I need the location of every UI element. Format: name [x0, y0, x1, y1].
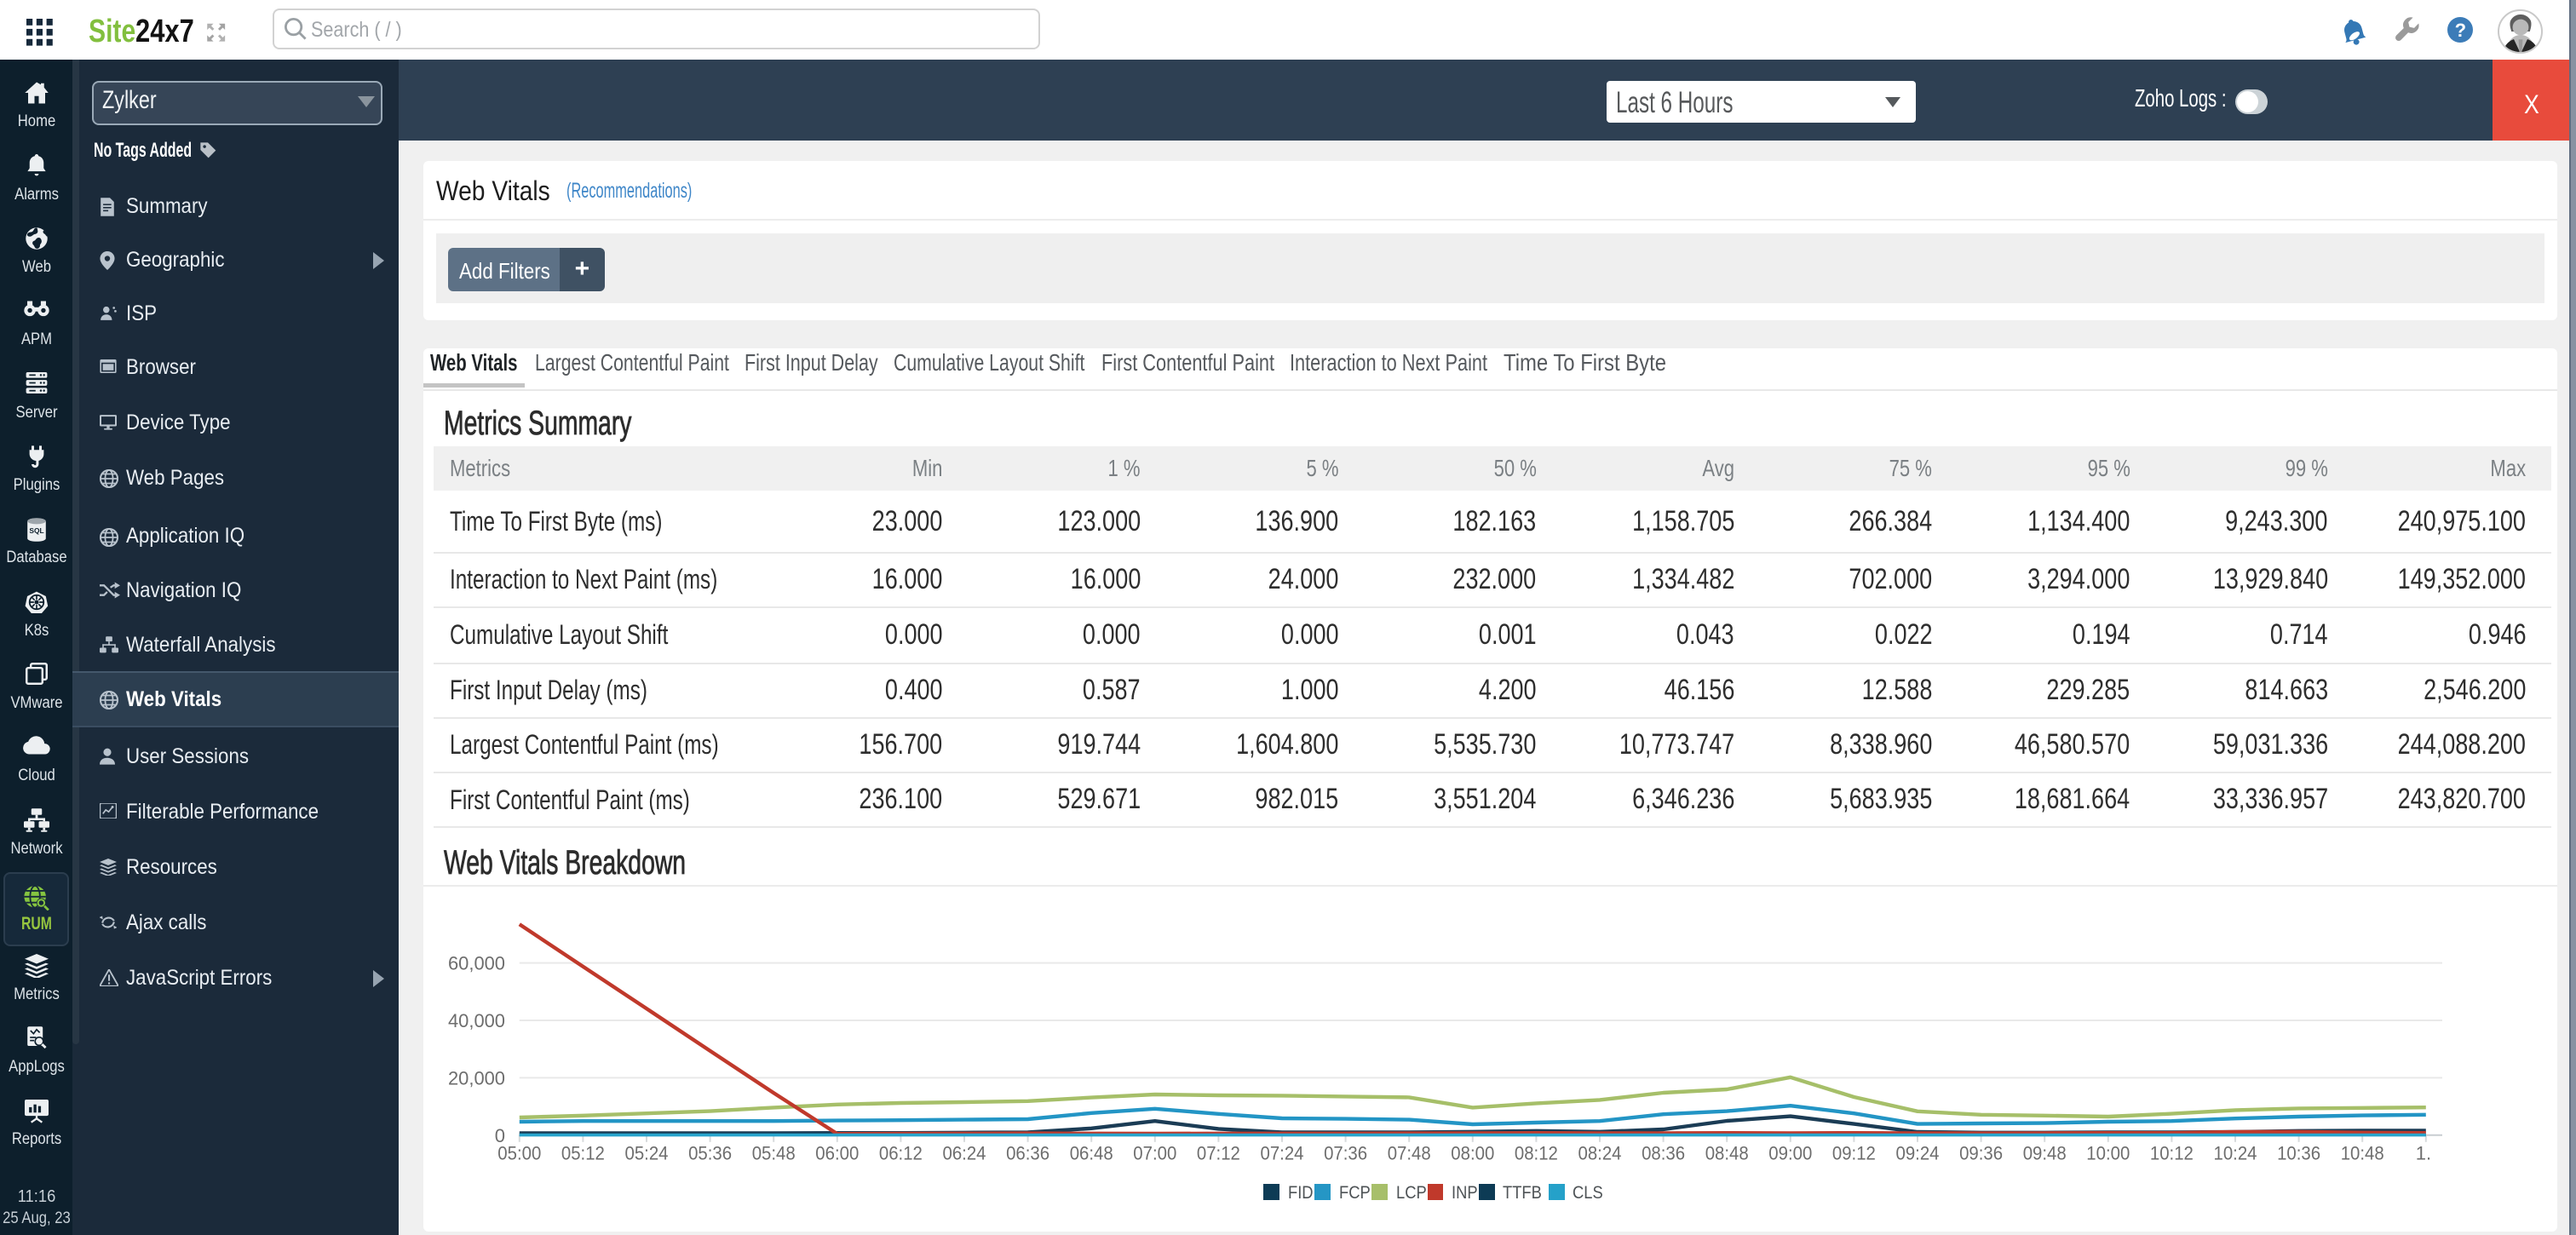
svg-text:07:24: 07:24 — [1260, 1143, 1303, 1164]
svg-text:05:00: 05:00 — [497, 1143, 541, 1164]
svg-text:60,000: 60,000 — [448, 953, 505, 974]
svg-text:06:12: 06:12 — [878, 1143, 922, 1164]
svg-text:40,000: 40,000 — [448, 1010, 505, 1031]
svg-text:08:12: 08:12 — [1514, 1143, 1557, 1164]
svg-text:08:36: 08:36 — [1642, 1143, 1685, 1164]
svg-text:06:36: 06:36 — [1006, 1143, 1049, 1164]
svg-text:07:48: 07:48 — [1387, 1143, 1430, 1164]
svg-text:20,000: 20,000 — [448, 1067, 505, 1089]
svg-text:09:48: 09:48 — [2022, 1143, 2066, 1164]
svg-text:07:36: 07:36 — [1324, 1143, 1367, 1164]
svg-text:05:48: 05:48 — [751, 1143, 795, 1164]
svg-text:10:36: 10:36 — [2277, 1143, 2320, 1164]
svg-text:06:48: 06:48 — [1069, 1143, 1113, 1164]
svg-text:09:00: 09:00 — [1768, 1143, 1812, 1164]
svg-text:07:12: 07:12 — [1196, 1143, 1239, 1164]
svg-text:05:12: 05:12 — [561, 1143, 604, 1164]
svg-text:05:24: 05:24 — [624, 1143, 668, 1164]
svg-text:08:24: 08:24 — [1578, 1143, 1621, 1164]
svg-text:08:48: 08:48 — [1705, 1143, 1748, 1164]
svg-text:10:48: 10:48 — [2340, 1143, 2383, 1164]
svg-text:08:00: 08:00 — [1451, 1143, 1494, 1164]
svg-text:10:24: 10:24 — [2213, 1143, 2257, 1164]
svg-text:1.: 1. — [2415, 1143, 2430, 1164]
svg-text:09:36: 09:36 — [1959, 1143, 2003, 1164]
svg-text:09:24: 09:24 — [1895, 1143, 1939, 1164]
svg-text:10:00: 10:00 — [2086, 1143, 2130, 1164]
svg-text:06:24: 06:24 — [942, 1143, 986, 1164]
svg-text:SQL: SQL — [29, 526, 43, 535]
svg-text:09:12: 09:12 — [1831, 1143, 1875, 1164]
svg-text:05:36: 05:36 — [688, 1143, 732, 1164]
svg-text:10:12: 10:12 — [2149, 1143, 2193, 1164]
svg-text:07:00: 07:00 — [1133, 1143, 1176, 1164]
svg-text:06:00: 06:00 — [815, 1143, 859, 1164]
